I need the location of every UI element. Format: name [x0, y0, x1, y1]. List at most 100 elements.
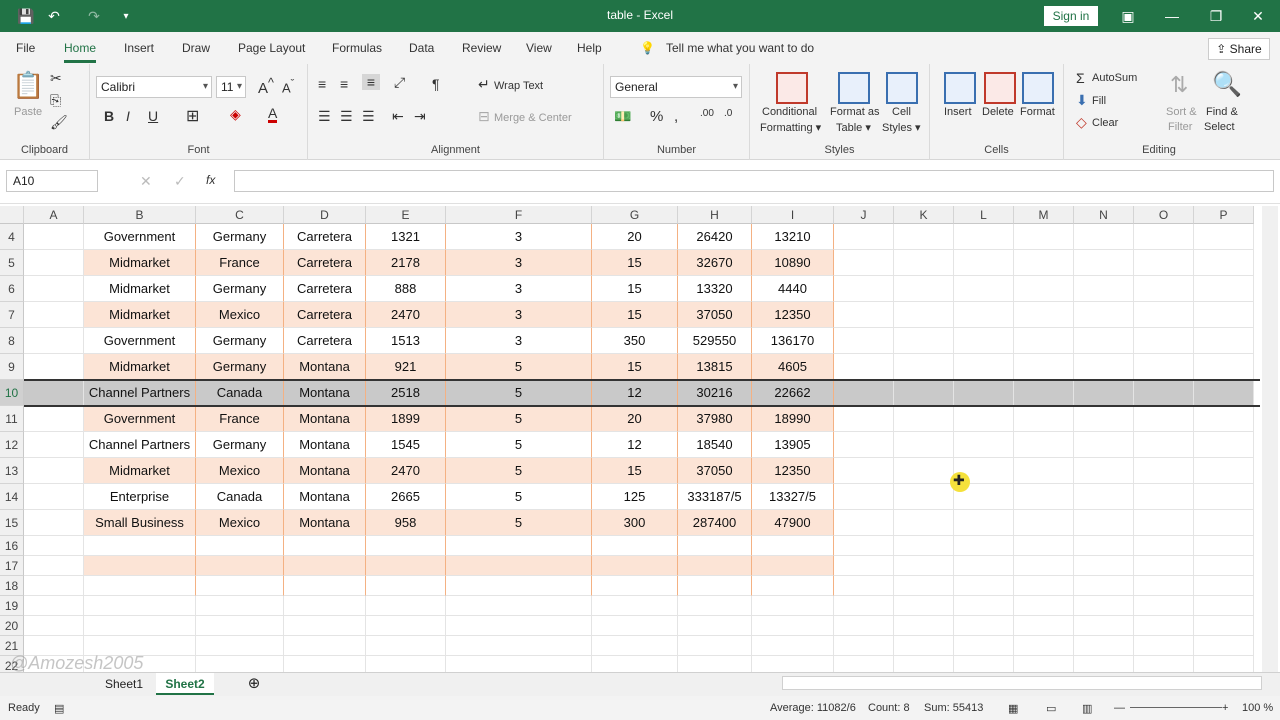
- cell-j6[interactable]: [834, 276, 894, 302]
- delete-cells-label[interactable]: Delete: [982, 106, 1014, 118]
- cell-m17[interactable]: [1014, 556, 1074, 576]
- cell-n5[interactable]: [1074, 250, 1134, 276]
- align-bottom-icon[interactable]: ≡: [362, 74, 380, 90]
- row-header-7[interactable]: 7: [0, 302, 24, 328]
- cell-a6[interactable]: [24, 276, 84, 302]
- column-header-i[interactable]: I: [752, 206, 834, 224]
- insert-function-icon[interactable]: fx: [206, 173, 215, 187]
- cell-a18[interactable]: [24, 576, 84, 596]
- cell-h5[interactable]: 32670: [678, 250, 752, 276]
- cell-l19[interactable]: [954, 596, 1014, 616]
- row-header-15[interactable]: 15: [0, 510, 24, 536]
- cell-c14[interactable]: Canada: [196, 484, 284, 510]
- cell-l6[interactable]: [954, 276, 1014, 302]
- cell-c15[interactable]: Mexico: [196, 510, 284, 536]
- column-header-l[interactable]: L: [954, 206, 1014, 224]
- cell-i21[interactable]: [752, 636, 834, 656]
- cell-i4[interactable]: 13210: [752, 224, 834, 250]
- cell-m14[interactable]: [1014, 484, 1074, 510]
- underline-icon[interactable]: U: [148, 108, 158, 124]
- find-select-icon[interactable]: 🔍: [1212, 70, 1242, 99]
- wrap-text-button[interactable]: Wrap Text: [494, 80, 543, 92]
- cell-n7[interactable]: [1074, 302, 1134, 328]
- cell-c7[interactable]: Mexico: [196, 302, 284, 328]
- cell-a4[interactable]: [24, 224, 84, 250]
- cell-k12[interactable]: [894, 432, 954, 458]
- column-header-f[interactable]: F: [446, 206, 592, 224]
- cell-m8[interactable]: [1014, 328, 1074, 354]
- cell-p17[interactable]: [1194, 556, 1254, 576]
- cell-b15[interactable]: Small Business: [84, 510, 196, 536]
- cell-k15[interactable]: [894, 510, 954, 536]
- cell-h14[interactable]: 333187/5: [678, 484, 752, 510]
- cell-d12[interactable]: Montana: [284, 432, 366, 458]
- cell-i18[interactable]: [752, 576, 834, 596]
- row-header-6[interactable]: 6: [0, 276, 24, 302]
- maximize-button[interactable]: ❐: [1206, 6, 1226, 26]
- cell-d19[interactable]: [284, 596, 366, 616]
- sheet-tab-sheet2[interactable]: Sheet2: [156, 673, 214, 695]
- cell-l15[interactable]: [954, 510, 1014, 536]
- row-header-10[interactable]: 10: [0, 380, 24, 406]
- cell-o21[interactable]: [1134, 636, 1194, 656]
- cell-styles-icon[interactable]: [886, 72, 918, 104]
- page-break-view-icon[interactable]: ▥: [1082, 702, 1092, 715]
- cell-f21[interactable]: [446, 636, 592, 656]
- zoom-slider[interactable]: [1130, 707, 1222, 708]
- column-header-d[interactable]: D: [284, 206, 366, 224]
- cell-o19[interactable]: [1134, 596, 1194, 616]
- cell-c17[interactable]: [196, 556, 284, 576]
- cell-f6[interactable]: 3: [446, 276, 592, 302]
- cell-n15[interactable]: [1074, 510, 1134, 536]
- delete-cells-icon[interactable]: [984, 72, 1016, 104]
- cell-j13[interactable]: [834, 458, 894, 484]
- cell-i5[interactable]: 10890: [752, 250, 834, 276]
- cell-m12[interactable]: [1014, 432, 1074, 458]
- column-header-c[interactable]: C: [196, 206, 284, 224]
- row-header-8[interactable]: 8: [0, 328, 24, 354]
- cell-l18[interactable]: [954, 576, 1014, 596]
- cell-i7[interactable]: 12350: [752, 302, 834, 328]
- cell-b17[interactable]: [84, 556, 196, 576]
- cell-f14[interactable]: 5: [446, 484, 592, 510]
- cell-f5[interactable]: 3: [446, 250, 592, 276]
- cell-d20[interactable]: [284, 616, 366, 636]
- tab-help[interactable]: Help: [577, 41, 602, 55]
- cell-m11[interactable]: [1014, 406, 1074, 432]
- tell-me-search[interactable]: Tell me what you want to do: [666, 41, 814, 55]
- row-header-11[interactable]: 11: [0, 406, 24, 432]
- close-button[interactable]: ✕: [1248, 6, 1268, 26]
- cell-o16[interactable]: [1134, 536, 1194, 556]
- sign-in-button[interactable]: Sign in: [1044, 6, 1098, 26]
- font-size-combo[interactable]: 11: [216, 76, 246, 98]
- cell-n6[interactable]: [1074, 276, 1134, 302]
- cell-a13[interactable]: [24, 458, 84, 484]
- select-all-corner[interactable]: [0, 206, 24, 224]
- cell-h7[interactable]: 37050: [678, 302, 752, 328]
- cell-k9[interactable]: [894, 354, 954, 380]
- cell-d11[interactable]: Montana: [284, 406, 366, 432]
- zoom-level[interactable]: 100 %: [1242, 702, 1273, 714]
- cell-o5[interactable]: [1134, 250, 1194, 276]
- row-header-14[interactable]: 14: [0, 484, 24, 510]
- orientation-icon[interactable]: ⤢: [394, 74, 405, 91]
- cell-k8[interactable]: [894, 328, 954, 354]
- font-name-combo[interactable]: Calibri: [96, 76, 212, 98]
- cell-p21[interactable]: [1194, 636, 1254, 656]
- cell-m18[interactable]: [1014, 576, 1074, 596]
- tab-draw[interactable]: Draw: [182, 41, 210, 55]
- cell-styles-label-1[interactable]: Cell: [892, 106, 911, 118]
- conditional-formatting-label-2[interactable]: Formatting ▾: [760, 121, 821, 134]
- insert-cells-label[interactable]: Insert: [944, 106, 972, 118]
- cell-m16[interactable]: [1014, 536, 1074, 556]
- cell-n18[interactable]: [1074, 576, 1134, 596]
- cell-l5[interactable]: [954, 250, 1014, 276]
- row-header-20[interactable]: 20: [0, 616, 24, 636]
- cell-e21[interactable]: [366, 636, 446, 656]
- cell-d16[interactable]: [284, 536, 366, 556]
- cell-d15[interactable]: Montana: [284, 510, 366, 536]
- cell-o18[interactable]: [1134, 576, 1194, 596]
- cell-k5[interactable]: [894, 250, 954, 276]
- cell-b11[interactable]: Government: [84, 406, 196, 432]
- cell-h21[interactable]: [678, 636, 752, 656]
